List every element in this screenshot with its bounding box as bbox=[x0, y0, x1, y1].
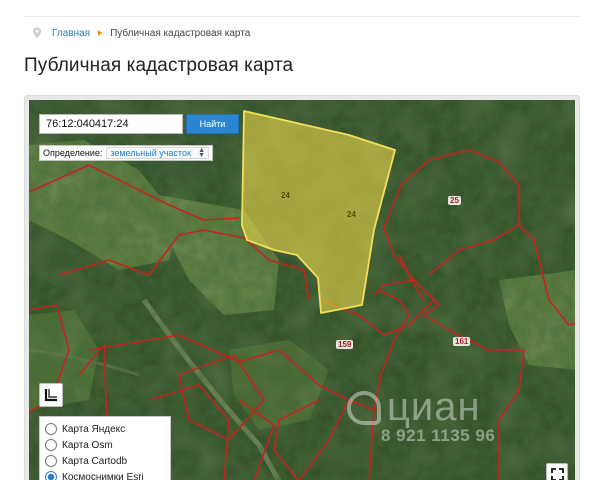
basemap-label: Карта Cartodb bbox=[62, 455, 128, 467]
basemap-radio-esri[interactable] bbox=[45, 471, 57, 480]
location-pin-icon bbox=[33, 27, 41, 39]
cian-watermark: циан 8 921 1135 96 bbox=[347, 385, 495, 446]
definition-selected-value: земельный участок bbox=[110, 148, 191, 158]
page-title: Публичная кадастровая карта bbox=[24, 55, 294, 76]
cadastral-map[interactable]: 24 24 25 159 161 циан 8 921 1135 96 Найт… bbox=[29, 100, 575, 480]
basemap-radio-osm[interactable] bbox=[45, 439, 57, 451]
basemap-option-yandex[interactable]: Карта Яндекс bbox=[45, 421, 165, 437]
basemap-switcher: Карта Яндекс Карта Osm Карта Cartodb Кос… bbox=[39, 416, 171, 480]
breadcrumb-arrow-icon bbox=[98, 30, 103, 36]
plot-label-25[interactable]: 25 bbox=[448, 196, 461, 205]
basemap-label: Карта Яндекс bbox=[62, 423, 126, 435]
plot-label-24-b[interactable]: 24 bbox=[347, 210, 356, 219]
layers-toggle-button[interactable] bbox=[39, 383, 63, 407]
cian-logo-icon bbox=[347, 390, 381, 425]
basemap-radio-cartodb[interactable] bbox=[45, 455, 57, 467]
layers-corner-icon bbox=[44, 389, 57, 402]
breadcrumb-current: Публичная кадастровая карта bbox=[110, 27, 251, 39]
definition-label: Определение: bbox=[43, 148, 103, 158]
definition-control: Определение: земельный участок ▲ ▼ bbox=[39, 145, 213, 161]
basemap-option-cartodb[interactable]: Карта Cartodb bbox=[45, 453, 165, 469]
find-button[interactable]: Найти bbox=[186, 114, 239, 134]
plot-label-24-a[interactable]: 24 bbox=[281, 191, 290, 200]
basemap-option-osm[interactable]: Карта Osm bbox=[45, 437, 165, 453]
basemap-label: Карта Osm bbox=[62, 439, 113, 451]
select-arrows-icon: ▲ ▼ bbox=[198, 147, 205, 159]
plot-label-159[interactable]: 159 bbox=[336, 340, 354, 349]
basemap-label: Космоснимки Esri bbox=[62, 471, 144, 480]
basemap-option-esri[interactable]: Космоснимки Esri bbox=[45, 469, 165, 480]
top-divider bbox=[24, 16, 580, 17]
watermark-brand: циан bbox=[387, 385, 481, 429]
definition-select[interactable]: земельный участок ▲ ▼ bbox=[106, 147, 209, 159]
fullscreen-button[interactable] bbox=[546, 463, 568, 480]
map-frame: 24 24 25 159 161 циан 8 921 1135 96 Найт… bbox=[24, 95, 580, 480]
watermark-phone: 8 921 1135 96 bbox=[381, 426, 496, 445]
breadcrumb: Главная Публичная кадастровая карта bbox=[32, 26, 250, 40]
plot-label-161[interactable]: 161 bbox=[453, 337, 471, 346]
cadastral-number-input[interactable] bbox=[39, 114, 183, 134]
basemap-radio-yandex[interactable] bbox=[45, 423, 57, 435]
fullscreen-icon bbox=[550, 467, 564, 480]
breadcrumb-home-link[interactable]: Главная bbox=[52, 28, 90, 39]
